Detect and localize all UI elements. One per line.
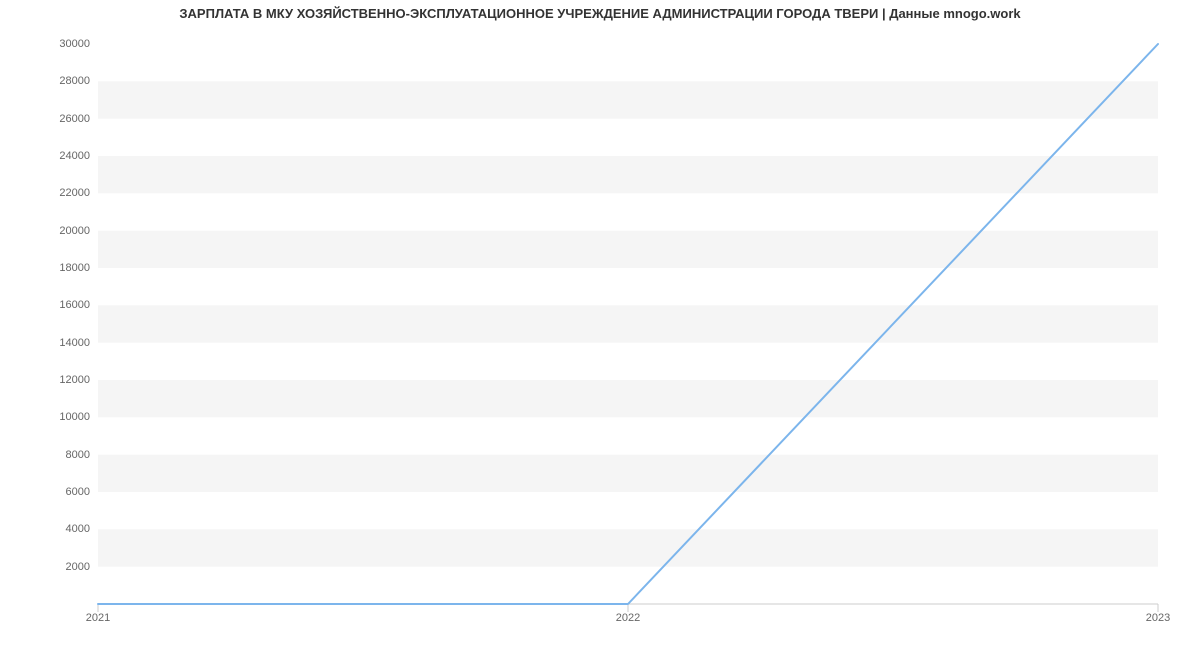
x-tick-label: 2022 <box>616 612 640 624</box>
y-tick-label: 12000 <box>10 374 90 386</box>
y-tick-label: 26000 <box>10 113 90 125</box>
salary-chart: ЗАРПЛАТА В МКУ ХОЗЯЙСТВЕННО-ЭКСПЛУАТАЦИО… <box>0 0 1200 650</box>
y-tick-label: 28000 <box>10 75 90 87</box>
y-tick-label: 2000 <box>10 561 90 573</box>
y-tick-label: 22000 <box>10 187 90 199</box>
y-tick-label: 24000 <box>10 150 90 162</box>
chart-svg <box>98 44 1158 604</box>
y-tick-label: 6000 <box>10 486 90 498</box>
x-tick-label: 2023 <box>1146 612 1170 624</box>
plot-area <box>98 44 1158 604</box>
y-tick-label: 4000 <box>10 523 90 535</box>
y-tick-label: 18000 <box>10 262 90 274</box>
y-tick-label: 20000 <box>10 225 90 237</box>
chart-title: ЗАРПЛАТА В МКУ ХОЗЯЙСТВЕННО-ЭКСПЛУАТАЦИО… <box>0 6 1200 21</box>
y-tick-label: 30000 <box>10 38 90 50</box>
y-tick-label: 14000 <box>10 337 90 349</box>
y-tick-label: 8000 <box>10 449 90 461</box>
x-tick-label: 2021 <box>86 612 110 624</box>
y-tick-label: 10000 <box>10 411 90 423</box>
y-tick-label: 16000 <box>10 299 90 311</box>
